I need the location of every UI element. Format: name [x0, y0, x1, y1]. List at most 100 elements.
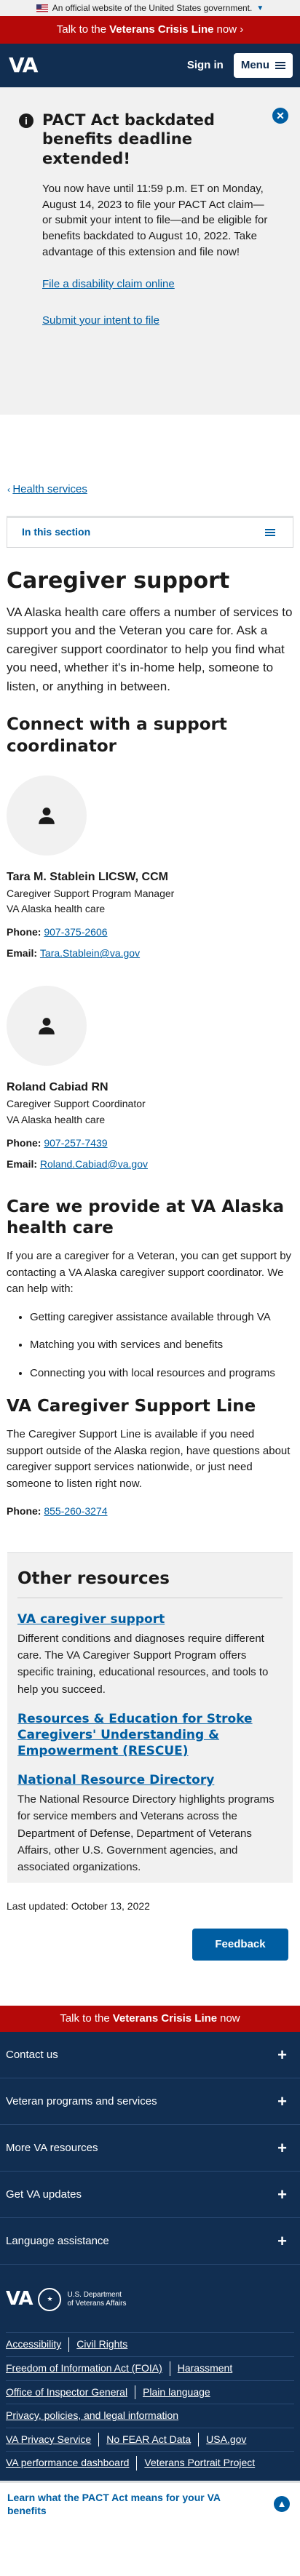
- breadcrumb-health-services[interactable]: Health services: [12, 483, 87, 495]
- dept-line2: of Veterans Affairs: [67, 2299, 127, 2308]
- list-item: Getting caregiver assistance available t…: [30, 1309, 293, 1326]
- resource-desc: The National Resource Directory highligh…: [17, 1793, 275, 1874]
- person-email-row: Email: Tara.Stablein@va.gov: [7, 946, 293, 961]
- support-line-phone-link[interactable]: 855-260-3274: [44, 1505, 107, 1517]
- accordion-label: Language assistance: [6, 2234, 109, 2247]
- person-phone-row: Phone: 907-375-2606: [7, 925, 293, 940]
- footer-accordion-contact[interactable]: Contact us +: [0, 2032, 300, 2079]
- care-list: Getting caregiver assistance available t…: [7, 1309, 293, 1382]
- list-item: Matching you with services and benefits: [30, 1337, 293, 1354]
- footer-link[interactable]: VA Privacy Service: [6, 2432, 100, 2447]
- crisis-suffix: now: [216, 23, 237, 36]
- dept-name: U.S. Department of Veterans Affairs: [67, 2291, 126, 2308]
- footer-link[interactable]: Freedom of Information Act (FOIA): [6, 2361, 170, 2376]
- alert-title: PACT Act backdated benefits deadline ext…: [42, 111, 215, 167]
- breadcrumb: ‹ Health services: [0, 482, 300, 498]
- va-logo[interactable]: VA: [9, 50, 38, 81]
- menu-label: Menu: [240, 58, 269, 71]
- menu-button[interactable]: Menu: [233, 52, 293, 79]
- resource-link[interactable]: VA caregiver support: [17, 1611, 283, 1627]
- sign-in-button[interactable]: Sign in: [187, 57, 224, 74]
- person-role: Caregiver Support Coordinator: [7, 1098, 146, 1110]
- plus-icon: +: [277, 2232, 287, 2251]
- gov-banner[interactable]: An official website of the United States…: [0, 0, 300, 16]
- page-title: Caregiver support: [7, 567, 230, 594]
- plus-icon: +: [277, 2046, 287, 2065]
- intent-to-file-link[interactable]: Submit your intent to file: [42, 313, 268, 330]
- footer-accordion-resources[interactable]: More VA resources +: [0, 2125, 300, 2172]
- pact-act-bar[interactable]: Learn what the PACT Act means for your V…: [0, 2480, 300, 2526]
- pact-act-text: Learn what the PACT Act means for your V…: [7, 2492, 221, 2517]
- care-heading: Care we provide at VA Alaska health care: [7, 1197, 285, 1238]
- footer-link[interactable]: USA.gov: [206, 2433, 253, 2447]
- accordion-label: Veteran programs and services: [6, 2094, 157, 2108]
- person-icon: [39, 807, 55, 824]
- footer-link[interactable]: VA performance dashboard: [6, 2456, 138, 2471]
- footer-accordion-updates[interactable]: Get VA updates +: [0, 2172, 300, 2219]
- footer-logos: VA ★ U.S. Department of Veterans Affairs: [0, 2265, 300, 2328]
- plus-icon: +: [277, 2092, 287, 2111]
- dept-line1: U.S. Department: [67, 2290, 122, 2299]
- footer-link[interactable]: Accessibility: [6, 2337, 70, 2353]
- site-header: VA Sign in Menu: [0, 44, 300, 87]
- va-seal-icon: ★: [38, 2287, 62, 2311]
- list-item: Connecting you with local resources and …: [30, 1365, 293, 1382]
- chevron-up-icon: ▲: [274, 2496, 290, 2513]
- person-phone-link[interactable]: 907-375-2606: [44, 926, 107, 938]
- person-email-link[interactable]: Roland.Cabiad@va.gov: [40, 1158, 148, 1170]
- us-flag-icon: [36, 4, 48, 12]
- footer-accordion-programs[interactable]: Veteran programs and services +: [0, 2078, 300, 2126]
- accordion-label: More VA resources: [6, 2141, 98, 2154]
- person-card: Tara M. Stablein LICSW, CCM Caregiver Su…: [7, 775, 293, 961]
- crisis-bold: Veterans Crisis Line: [112, 2012, 218, 2025]
- resource-link[interactable]: Resources & Education for Stroke Caregiv…: [17, 1711, 283, 1759]
- crisis-line-banner-footer[interactable]: Talk to the Veterans Crisis Line now: [0, 2006, 300, 2033]
- resource-link[interactable]: National Resource Directory: [17, 1772, 283, 1788]
- footer-link[interactable]: Privacy, policies, and legal information: [6, 2409, 186, 2423]
- accordion-label: Contact us: [6, 2048, 58, 2061]
- other-resources-heading: Other resources: [17, 1566, 283, 1598]
- support-line-body: The Caregiver Support Line is available …: [7, 1428, 291, 1490]
- hamburger-icon: [275, 62, 285, 69]
- coordinator-heading: Connect with a support coordinator: [7, 715, 227, 756]
- close-icon[interactable]: ✕: [272, 108, 288, 124]
- file-claim-link[interactable]: File a disability claim online: [42, 276, 268, 293]
- crisis-bold: Veterans Crisis Line: [109, 23, 214, 36]
- support-line-heading: VA Caregiver Support Line: [7, 1397, 256, 1416]
- alert-body: You now have until 11:59 p.m. ET on Mond…: [42, 182, 268, 258]
- footer-link[interactable]: Veterans Portrait Project: [144, 2456, 262, 2471]
- person-role: Caregiver Support Program Manager: [7, 887, 175, 899]
- person-phone-link[interactable]: 907-257-7439: [44, 1137, 107, 1149]
- footer-link[interactable]: Civil Rights: [76, 2337, 135, 2352]
- footer-link[interactable]: No FEAR Act Data: [106, 2432, 200, 2447]
- footer-link[interactable]: Office of Inspector General: [6, 2385, 136, 2400]
- intro-text: VA Alaska health care offers a number of…: [7, 605, 293, 693]
- person-org: VA Alaska health care: [7, 1113, 106, 1125]
- person-email-link[interactable]: Tara.Stablein@va.gov: [40, 947, 140, 959]
- care-body: If you are a caregiver for a Veteran, yo…: [7, 1250, 292, 1296]
- person-org: VA Alaska health care: [7, 903, 106, 915]
- footer-link[interactable]: Harassment: [178, 2361, 240, 2376]
- phone-label: Phone:: [7, 1136, 42, 1149]
- phone-label: Phone:: [7, 1505, 42, 1518]
- footer-link[interactable]: Plain language: [143, 2385, 218, 2400]
- hamburger-icon: [265, 528, 275, 536]
- section-nav-label: In this section: [22, 526, 91, 538]
- person-name: Tara M. Stablein LICSW, CCM: [7, 870, 168, 883]
- phone-label: Phone:: [7, 926, 42, 938]
- main-content: Caregiver support VA Alaska health care …: [0, 568, 300, 1883]
- person-email-row: Email: Roland.Cabiad@va.gov: [7, 1157, 293, 1172]
- va-logo[interactable]: VA: [6, 2285, 33, 2313]
- plus-icon: +: [277, 2185, 287, 2204]
- person-name: Roland Cabiad RN: [7, 1081, 108, 1094]
- support-line-phone-row: Phone: 855-260-3274: [7, 1504, 293, 1519]
- crisis-line-banner[interactable]: Talk to the Veterans Crisis Line now ›: [0, 16, 300, 44]
- last-updated: Last updated: October 13, 2022: [7, 1900, 150, 1913]
- email-label: Email:: [7, 1157, 38, 1170]
- site-footer: Contact us + Veteran programs and service…: [0, 2032, 300, 2481]
- footer-accordion-language[interactable]: Language assistance +: [0, 2218, 300, 2265]
- feedback-button[interactable]: Feedback: [192, 1929, 288, 1961]
- section-nav-toggle[interactable]: In this section: [7, 515, 293, 548]
- crisis-suffix: now: [220, 2012, 240, 2025]
- accordion-label: Get VA updates: [6, 2188, 82, 2201]
